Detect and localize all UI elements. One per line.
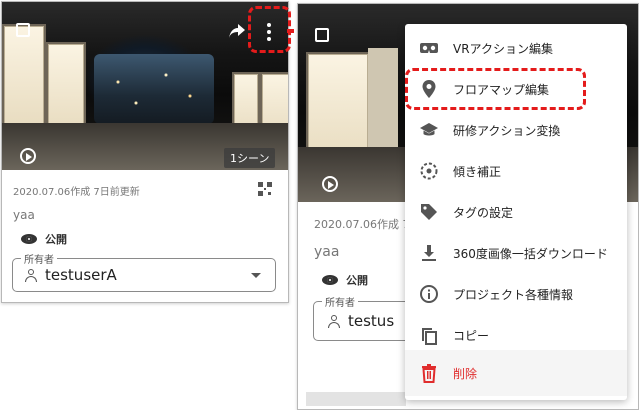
menu-item-delete[interactable]: 削除 — [405, 350, 627, 396]
project-name-2: yaa — [314, 244, 340, 260]
person-icon — [25, 268, 37, 282]
curtain-2 — [368, 48, 398, 158]
visibility-label: 公開 — [45, 233, 67, 246]
project-card: 1シーン 2020.07.06作成 7日前更新 yaa 公開 所有者 testu… — [1, 1, 289, 303]
eye-icon — [21, 234, 37, 244]
menu-item-label: 削除 — [453, 366, 478, 381]
menu-item-label: タグの設定 — [453, 205, 514, 220]
menu-item-project-info[interactable]: プロジェクト各種情報 — [405, 274, 627, 314]
trash-icon — [422, 364, 436, 383]
city-view — [94, 54, 214, 124]
visibility-label-2: 公開 — [346, 274, 368, 287]
menu-item-tilt-correction[interactable]: 傾き補正 — [405, 151, 627, 191]
scene-count-badge: 1シーン — [224, 148, 276, 168]
owner-legend: 所有者 — [21, 251, 57, 266]
owner-legend-2: 所有者 — [322, 294, 358, 309]
owner-name-2: testus — [348, 312, 395, 330]
menu-item-label: 360度画像一括ダウンロード — [453, 246, 608, 261]
menu-item-vr-action-edit[interactable]: VRアクション編集 — [405, 28, 627, 68]
owner-name: testuserA — [45, 266, 117, 284]
next-card-hint — [306, 392, 406, 406]
owner-value: testuserA — [25, 266, 117, 284]
floormap-highlight — [405, 68, 586, 110]
select-checkbox-2[interactable] — [315, 28, 329, 42]
menu-item-label: プロジェクト各種情報 — [453, 287, 574, 302]
person-icon-2 — [328, 314, 340, 328]
project-name: yaa — [13, 208, 35, 222]
select-checkbox[interactable] — [16, 23, 30, 37]
play-icon[interactable] — [20, 148, 36, 164]
menu-item-label: 研修アクション変換 — [453, 123, 561, 138]
window-2 — [306, 52, 370, 162]
crosshair-icon — [420, 162, 438, 180]
visibility-status-2: 公開 — [322, 272, 368, 288]
menu-item-label: 傾き補正 — [453, 164, 502, 179]
qr-code-icon[interactable] — [258, 182, 272, 196]
share-icon[interactable] — [228, 23, 246, 39]
owner-select[interactable]: 所有者 testuserA — [12, 251, 276, 292]
window-left-inner — [46, 42, 86, 132]
menu-item-label: コピー — [453, 328, 490, 343]
download-icon — [422, 245, 436, 261]
eye-icon-2 — [322, 275, 338, 285]
more-menu-highlight — [248, 6, 291, 53]
play-icon-2[interactable] — [322, 176, 338, 192]
menu-item-copy[interactable]: コピー — [405, 315, 627, 355]
menu-item-label: VRアクション編集 — [453, 41, 553, 56]
window-left — [2, 24, 46, 128]
copy-icon — [422, 328, 437, 345]
owner-value-2: testus — [328, 312, 394, 330]
graduation-cap-icon — [420, 123, 438, 136]
panorama-thumbnail[interactable]: 1シーン — [2, 2, 288, 170]
menu-item-bulk-download[interactable]: 360度画像一括ダウンロード — [405, 233, 627, 273]
menu-item-tag-settings[interactable]: タグの設定 — [405, 192, 627, 232]
menu-item-training-convert[interactable]: 研修アクション変換 — [405, 110, 627, 150]
project-dates: 2020.07.06作成 7日前更新 — [13, 187, 140, 198]
chevron-down-icon — [251, 273, 261, 278]
visibility-status: 公開 — [21, 231, 67, 247]
info-icon — [420, 285, 438, 303]
vr-headset-icon — [420, 43, 438, 53]
tag-icon — [421, 204, 437, 220]
